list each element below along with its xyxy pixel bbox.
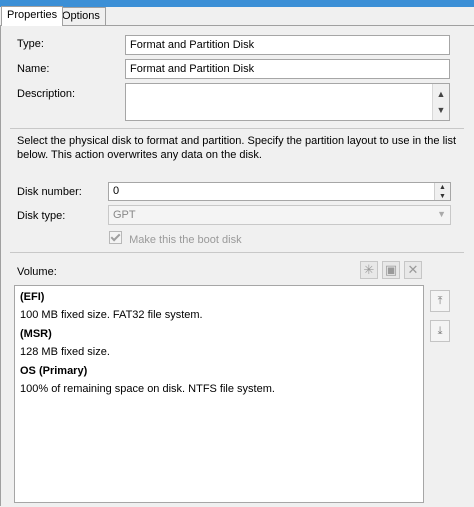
tab-options[interactable]: Options bbox=[56, 7, 106, 25]
tab-properties[interactable]: Properties bbox=[1, 6, 64, 26]
list-item[interactable]: OS (Primary) 100% of remaining space on … bbox=[20, 365, 275, 395]
volume-description: 100% of remaining space on disk. NTFS fi… bbox=[20, 383, 275, 395]
name-label: Name: bbox=[17, 63, 50, 75]
disk-number-spinner[interactable]: ▲ ▼ bbox=[434, 183, 450, 200]
boot-disk-label: Make this the boot disk bbox=[129, 234, 242, 246]
volume-description: 100 MB fixed size. FAT32 file system. bbox=[20, 309, 203, 321]
description-label: Description: bbox=[17, 88, 76, 100]
disk-type-select[interactable]: GPT ▼ bbox=[108, 205, 451, 225]
boot-disk-option[interactable]: Make this the boot disk bbox=[109, 231, 242, 247]
boot-disk-checkbox[interactable] bbox=[109, 231, 122, 244]
move-up-icon[interactable]: ⤒ bbox=[430, 290, 450, 312]
disk-type-value: GPT bbox=[113, 209, 136, 221]
description-scrollbar[interactable]: ▲ ▼ bbox=[432, 84, 449, 120]
spin-down-icon[interactable]: ▼ bbox=[435, 192, 450, 200]
disk-type-label: Disk type: bbox=[17, 210, 66, 222]
spin-up-icon[interactable]: ▲ bbox=[435, 183, 450, 192]
disk-number-field[interactable]: 0 ▲ ▼ bbox=[108, 182, 451, 201]
properties-icon[interactable]: ▣ bbox=[382, 261, 400, 279]
list-item[interactable]: (MSR) 128 MB fixed size. bbox=[20, 328, 110, 358]
volume-label: Volume: bbox=[17, 266, 57, 278]
move-down-icon[interactable]: ⤓ bbox=[430, 320, 450, 342]
description-field[interactable]: ▲ ▼ bbox=[125, 83, 450, 121]
type-label: Type: bbox=[17, 38, 44, 50]
list-item[interactable]: (EFI) 100 MB fixed size. FAT32 file syst… bbox=[20, 291, 203, 321]
volume-title: OS (Primary) bbox=[20, 365, 88, 377]
chevron-down-icon: ▼ bbox=[437, 209, 446, 219]
name-field[interactable]: Format and Partition Disk bbox=[125, 59, 450, 79]
star-icon[interactable]: ✳ bbox=[360, 261, 378, 279]
delete-x-icon[interactable]: ✕ bbox=[404, 261, 422, 279]
scroll-down-icon[interactable]: ▼ bbox=[433, 102, 449, 118]
volume-list[interactable]: (EFI) 100 MB fixed size. FAT32 file syst… bbox=[14, 285, 424, 503]
disk-number-label: Disk number: bbox=[17, 186, 82, 198]
divider bbox=[10, 252, 464, 253]
type-field[interactable]: Format and Partition Disk bbox=[125, 35, 450, 55]
divider bbox=[10, 128, 464, 129]
disk-number-value: 0 bbox=[113, 185, 120, 197]
tab-bar: Properties Options bbox=[0, 6, 474, 26]
volume-title: (EFI) bbox=[20, 291, 45, 303]
scroll-up-icon[interactable]: ▲ bbox=[433, 86, 449, 102]
volume-title: (MSR) bbox=[20, 328, 52, 340]
instructions-text: Select the physical disk to format and p… bbox=[17, 135, 457, 161]
volume-description: 128 MB fixed size. bbox=[20, 346, 110, 358]
window-accent-strip bbox=[0, 0, 474, 7]
